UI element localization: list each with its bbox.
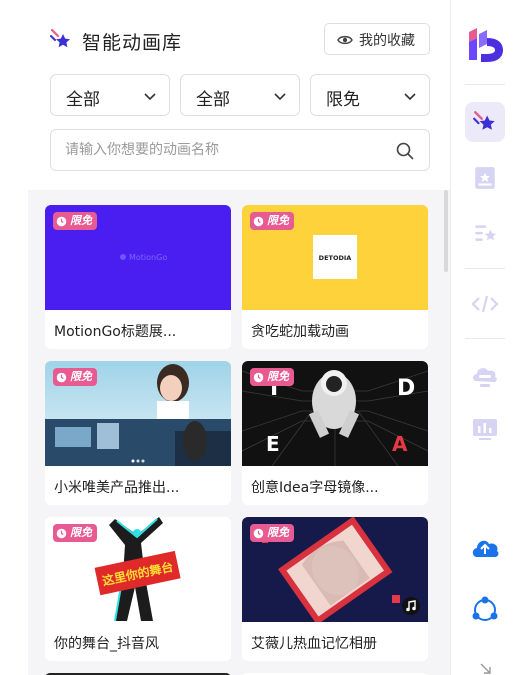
- sidebar-divider: [465, 84, 505, 85]
- sidebar-divider: [465, 338, 505, 339]
- card-title: 你的舞台_抖音风: [54, 636, 159, 652]
- sidebar-divider: [465, 268, 505, 269]
- sidebar-item-text-icon[interactable]: [465, 356, 505, 396]
- star-list-icon: [475, 225, 497, 241]
- main-panel: 智能动画库 我的收藏 全部 全部 限免 请输入你想要的动画名称 MotionGo…: [0, 0, 450, 675]
- free-badge: 限免: [53, 368, 97, 386]
- animation-card[interactable]: DETODIA 限免 贪吃蛇加载动画: [242, 205, 428, 349]
- clock-icon: [253, 372, 264, 382]
- category-select[interactable]: 全部: [50, 74, 170, 116]
- animation-card[interactable]: MotionGo 限免 MotionGo标题展...: [45, 205, 231, 349]
- shooting-star-icon: [50, 28, 70, 48]
- thumbnail-text: MotionGo: [129, 253, 167, 262]
- free-badge: 限免: [250, 212, 294, 230]
- search-box: [50, 129, 430, 171]
- free-badge-label: 限免: [267, 526, 289, 539]
- right-sidebar: [450, 0, 524, 675]
- text-icon-cloud-icon: [473, 368, 497, 387]
- chevron-down-icon: [274, 93, 286, 101]
- star-card-icon: [475, 167, 495, 189]
- free-badge: 限免: [53, 212, 97, 230]
- animation-card[interactable]: 这里你的舞台 限免 你的舞台_抖音风: [45, 517, 231, 661]
- free-badge-label: 限免: [70, 370, 92, 383]
- free-badge-label: 限免: [70, 214, 92, 227]
- sidebar-item-templates[interactable]: [465, 158, 505, 198]
- animation-card[interactable]: 限免 小米唯美产品推出...: [45, 361, 231, 505]
- shooting-star-icon: [473, 111, 495, 130]
- letter-a: A: [392, 432, 408, 456]
- type-select-value: 全部: [196, 90, 230, 110]
- free-badge-label: 限免: [267, 214, 289, 227]
- card-title: 创意Idea字母镜像...: [251, 480, 379, 496]
- chart-board-icon: [473, 419, 497, 440]
- sidebar-item-upload[interactable]: [465, 528, 505, 568]
- clock-icon: [253, 528, 264, 538]
- sidebar-item-chart[interactable]: [465, 410, 505, 450]
- clock-icon: [56, 528, 67, 538]
- free-badge: 限免: [53, 524, 97, 542]
- free-badge: 限免: [250, 524, 294, 542]
- cloud-upload-icon: [472, 540, 499, 557]
- sidebar-item-share[interactable]: [465, 590, 505, 630]
- animation-grid: MotionGo 限免 MotionGo标题展... DETODIA 限免 贪吃…: [28, 190, 450, 675]
- letter-e: E: [266, 432, 280, 456]
- share-network-icon: [472, 596, 498, 621]
- price-select[interactable]: 限免: [310, 74, 430, 116]
- sidebar-item-animation-library[interactable]: [465, 102, 505, 142]
- my-favorites-label: 我的收藏: [359, 33, 415, 49]
- card-title: 贪吃蛇加载动画: [251, 324, 349, 340]
- sidebar-item-favorites[interactable]: [465, 214, 505, 254]
- chevron-down-icon: [404, 93, 416, 101]
- card-title: MotionGo标题展...: [54, 324, 177, 340]
- clock-icon: [253, 216, 264, 226]
- free-badge-label: 限免: [267, 370, 289, 383]
- category-select-value: 全部: [66, 90, 100, 110]
- grid-scrollbar[interactable]: [444, 190, 448, 272]
- card-title: 艾薇儿热血记忆相册: [251, 636, 377, 652]
- type-select[interactable]: 全部: [180, 74, 300, 116]
- search-icon[interactable]: [395, 141, 415, 161]
- app-logo: [469, 28, 503, 62]
- page-title: 智能动画库: [82, 32, 183, 54]
- animation-card[interactable]: 限免 艾薇儿热血记忆相册: [242, 517, 428, 661]
- price-select-value: 限免: [326, 90, 360, 110]
- free-badge: 限免: [250, 368, 294, 386]
- filter-bar: 全部 全部 限免: [50, 74, 430, 116]
- code-icon: [471, 295, 499, 313]
- sidebar-item-code[interactable]: [465, 284, 505, 324]
- music-note-icon[interactable]: [404, 599, 418, 613]
- search-input[interactable]: [65, 138, 385, 162]
- my-favorites-button[interactable]: 我的收藏: [324, 23, 430, 55]
- thumbnail-text: DETODIA: [319, 254, 352, 262]
- collapse-arrow-icon[interactable]: [479, 662, 493, 675]
- animation-card[interactable]: D E A I 限免 创意Idea字母镜像...: [242, 361, 428, 505]
- clock-icon: [56, 372, 67, 382]
- header: 智能动画库 我的收藏: [50, 22, 430, 58]
- card-title: 小米唯美产品推出...: [54, 480, 180, 496]
- eye-icon: [337, 35, 353, 45]
- chevron-down-icon: [144, 93, 156, 101]
- letter-d: D: [397, 376, 415, 401]
- free-badge-label: 限免: [70, 526, 92, 539]
- clock-icon: [56, 216, 67, 226]
